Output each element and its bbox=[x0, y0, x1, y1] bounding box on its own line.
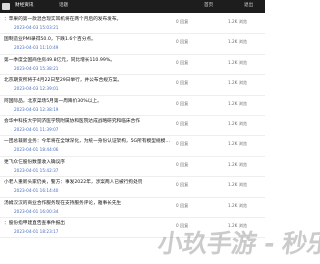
view-count: 1.2K 浏览 bbox=[228, 202, 248, 208]
article-title[interactable]: 更飞众仨股份数量收入确议序 bbox=[4, 159, 172, 166]
reply-count: 0 回复 bbox=[176, 120, 189, 126]
logout-link[interactable]: 退出 bbox=[244, 2, 253, 10]
article-title[interactable]: 小老人重新头家仍关，警方：事发2022年，涉案两人已被行拘处罚 bbox=[4, 179, 172, 186]
nav-topics[interactable]: 话题 bbox=[59, 2, 68, 10]
article-title[interactable]: 北京期货所将于4月22日至29日举行，并公布合规方案。 bbox=[4, 77, 172, 84]
view-count: 1.2K 浏览 bbox=[228, 39, 248, 45]
reply-count: 0 回复 bbox=[176, 182, 189, 188]
reply-count: 0 回复 bbox=[176, 80, 189, 86]
view-count: 1.2K 浏览 bbox=[228, 80, 248, 86]
view-count: 1.2K 浏览 bbox=[228, 59, 248, 65]
article-timestamp: 2023-04-03 15:38:21 bbox=[14, 65, 59, 71]
article-title[interactable]: ：苹果的第一款混合现实耳机将在两个月后的发布发布。 bbox=[4, 16, 172, 23]
nav-finance-news[interactable]: 财经资讯 bbox=[15, 2, 33, 10]
article-timestamp: 2023-04-01 11:39:07 bbox=[14, 126, 59, 132]
view-count: 1.2K 浏览 bbox=[228, 182, 248, 188]
article-timestamp: 2023-04-03 11:10:49 bbox=[14, 45, 59, 51]
list-item[interactable]: 一团总裁新业务：今年将在全球深化，为统一身份认证架构，5G所有模型规模1500亿… bbox=[0, 136, 265, 157]
article-title[interactable]: 阿国际品，北京菜场5月第一周降价30%以上。 bbox=[4, 98, 172, 105]
reply-count: 0 回复 bbox=[176, 39, 189, 45]
article-timestamp: 2023-04-03 12:38:19 bbox=[14, 106, 59, 112]
article-title[interactable]: 第一季度全国商住房49.8亿元，同比增长110.99%。 bbox=[4, 57, 172, 64]
home-link[interactable]: 首页 bbox=[204, 2, 213, 10]
article-timestamp: 2023-04-01 16:14:40 bbox=[14, 188, 59, 194]
reply-count: 0 回复 bbox=[176, 202, 189, 208]
reply-count: 0 回复 bbox=[176, 19, 189, 24]
article-timestamp: 2023-04-03 12:39:01 bbox=[14, 86, 59, 92]
list-item[interactable]: 更飞众仨股份数量收入确议序 2023-04-01 15:42:37 0 回复 1.2K… bbox=[0, 157, 265, 178]
reply-count: 0 回复 bbox=[176, 222, 189, 228]
list-item[interactable]: 国制造业PMI录得50.0，下跌1.6个百分点。 2023-04-03 11:10… bbox=[0, 34, 265, 55]
reply-count: 0 回复 bbox=[176, 59, 189, 65]
view-count: 1.2K 浏览 bbox=[228, 19, 248, 24]
article-timestamp: 2023-04-01 16:00:34 bbox=[14, 208, 59, 214]
list-item[interactable]: ：苹果的第一款混合现实耳机将在两个月后的发布发布。 2023-04-03 15:0… bbox=[0, 14, 265, 35]
reply-count: 0 回复 bbox=[176, 161, 189, 167]
article-title[interactable]: 国制造业PMI录得50.0，下跌1.6个百分点。 bbox=[4, 36, 172, 43]
article-timestamp: 2023-04-01 18:23:17 bbox=[14, 228, 59, 234]
article-timestamp: 2023-04-01 18:44:06 bbox=[14, 147, 59, 153]
view-count: 1.2K 浏览 bbox=[228, 161, 248, 167]
article-title[interactable]: ：股份指甲建直告查事件报出 bbox=[4, 220, 172, 227]
view-count: 1.2K 浏览 bbox=[228, 141, 248, 147]
list-item[interactable]: 会华中科技大学同济医学院附属协和医院达成战略研究和临床合作 2023-04-01 … bbox=[0, 116, 265, 137]
article-title[interactable]: 会华中科技大学同济医学院附属协和医院达成战略研究和临床合作 bbox=[4, 118, 172, 125]
top-navigation-bar: 财经资讯 话题 首页 退出 bbox=[0, 0, 265, 13]
view-count: 1.2K 浏览 bbox=[228, 222, 248, 228]
reply-count: 0 回复 bbox=[176, 100, 189, 106]
site-logo[interactable] bbox=[2, 3, 10, 10]
list-item[interactable]: 汤姆汉汉的商业合作服务现在支持服务评论，雅事长先生 2023-04-01 16:0… bbox=[0, 198, 265, 218]
reply-count: 0 回复 bbox=[176, 141, 189, 147]
article-title[interactable]: 一团总裁新业务：今年将在全球深化，为统一身份认证架构，5G所有模型规模1500亿… bbox=[4, 138, 172, 145]
article-list: ：苹果的第一款混合现实耳机将在两个月后的发布发布。 2023-04-03 15:0… bbox=[0, 14, 265, 239]
view-count: 1.2K 浏览 bbox=[228, 120, 248, 126]
site-watermark: 小玖手游 - 秒乐 bbox=[156, 229, 320, 258]
article-timestamp: 2023-04-03 15:03:21 bbox=[14, 25, 59, 30]
list-item[interactable]: 小老人重新头家仍关，警方：事发2022年，涉案两人已被行拘处罚 2023-04-0… bbox=[0, 177, 265, 198]
list-item[interactable]: 阿国际品，北京菜场5月第一周降价30%以上。 2023-04-03 12:38:1… bbox=[0, 96, 265, 116]
list-item[interactable]: 第一季度全国商住房49.8亿元，同比增长110.99%。 2023-04-03 1… bbox=[0, 55, 265, 76]
article-title[interactable]: 汤姆汉汉的商业合作服务现在支持服务评论，雅事长先生 bbox=[4, 200, 172, 207]
view-count: 1.2K 浏览 bbox=[228, 100, 248, 106]
article-timestamp: 2023-04-01 15:42:37 bbox=[14, 167, 59, 173]
list-item[interactable]: 北京期货所将于4月22日至29日举行，并公布合规方案。 2023-04-03 12… bbox=[0, 75, 265, 96]
